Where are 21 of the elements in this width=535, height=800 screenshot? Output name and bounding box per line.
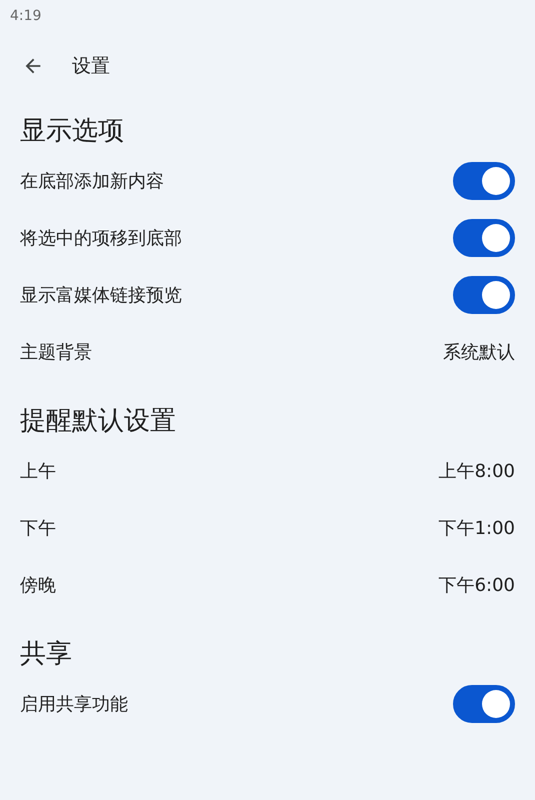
setting-value[interactable]: 上午8:00 bbox=[438, 458, 515, 482]
toggle-switch[interactable] bbox=[453, 218, 515, 256]
toggle-switch[interactable] bbox=[453, 162, 515, 200]
status-time: 4:19 bbox=[10, 8, 42, 24]
setting-value[interactable]: 下午1:00 bbox=[438, 516, 515, 540]
setting-label: 下午 bbox=[20, 516, 56, 540]
toggle-switch[interactable] bbox=[453, 684, 515, 722]
setting-value[interactable]: 下午6:00 bbox=[438, 572, 515, 596]
setting-label: 傍晚 bbox=[20, 574, 56, 596]
toggle-switch[interactable] bbox=[453, 276, 515, 314]
setting-label: 上午 bbox=[20, 460, 56, 482]
section-heading: 共享 bbox=[20, 638, 73, 670]
setting-label: 在底部添加新内容 bbox=[20, 170, 164, 192]
setting-label: 主题背景 bbox=[20, 340, 92, 364]
setting-label: 启用共享功能 bbox=[20, 692, 128, 716]
section-heading: 显示选项 bbox=[20, 114, 125, 148]
setting-label: 显示富媒体链接预览 bbox=[20, 284, 182, 306]
section-heading: 提醒默认设置 bbox=[20, 404, 177, 438]
setting-value[interactable]: 系统默认 bbox=[443, 340, 515, 364]
page-title: 设置 bbox=[72, 54, 110, 79]
setting-label: 将选中的项移到底部 bbox=[20, 226, 182, 250]
